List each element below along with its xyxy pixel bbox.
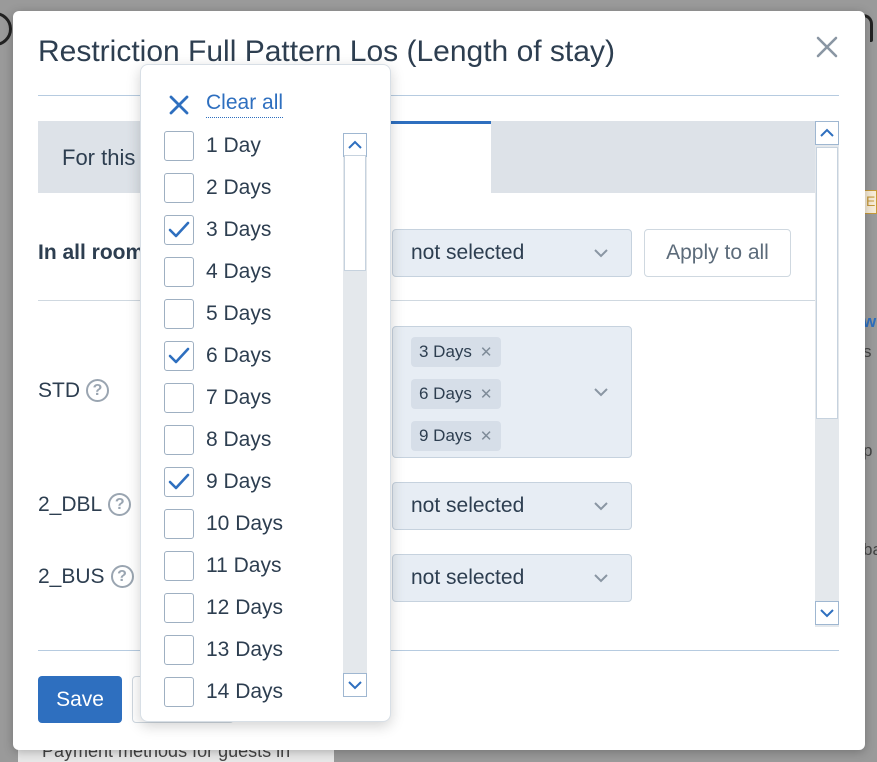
- day-checkbox[interactable]: [164, 131, 194, 161]
- day-checkbox[interactable]: [164, 635, 194, 665]
- close-icon: [816, 36, 838, 58]
- chevron-down-icon: [594, 249, 608, 258]
- 2-dbl-select[interactable]: not selected: [392, 482, 632, 530]
- chevron-down-icon: [594, 388, 608, 397]
- 2-bus-select[interactable]: not selected: [392, 554, 632, 602]
- background-fragment: ba: [863, 540, 877, 559]
- close-icon: [169, 95, 189, 115]
- modal-scrollbar[interactable]: [815, 121, 839, 627]
- room-code: 2_BUS: [38, 565, 105, 588]
- background-fragment: E: [863, 190, 877, 214]
- day-checkbox[interactable]: [164, 467, 194, 497]
- room-code: STD: [38, 379, 80, 402]
- room-code: 2_DBL: [38, 493, 103, 516]
- scrollbar-thumb[interactable]: [816, 147, 838, 419]
- day-option[interactable]: 1 Day: [164, 131, 344, 161]
- scroll-down-button[interactable]: [815, 601, 839, 625]
- day-checkbox[interactable]: [164, 551, 194, 581]
- clear-all-label: Clear all: [206, 91, 284, 118]
- all-rooms-select[interactable]: not selected: [392, 229, 632, 277]
- day-option-label: 6 Days: [206, 344, 272, 367]
- day-checkbox[interactable]: [164, 383, 194, 413]
- day-option-label: 3 Days: [206, 218, 272, 241]
- scroll-down-button[interactable]: [343, 673, 367, 697]
- chevron-down-icon: [594, 574, 608, 583]
- select-value: not selected: [411, 494, 525, 517]
- chevron-up-icon: [348, 140, 362, 149]
- room-row-2-dbl: 2_DBL?: [38, 493, 132, 517]
- room-row-2-bus: 2_BUS?: [38, 565, 134, 589]
- room-row-std: STD?: [38, 379, 109, 403]
- save-button[interactable]: Save: [38, 676, 122, 723]
- day-option-label: 13 Days: [206, 638, 284, 661]
- chevron-up-icon: [820, 128, 834, 137]
- day-option-label: 2 Days: [206, 176, 272, 199]
- all-rooms-label: In all room: [38, 241, 145, 264]
- day-option[interactable]: 13 Days: [164, 635, 344, 665]
- dropdown-scrollbar[interactable]: [343, 133, 367, 697]
- checkmark-icon: [168, 221, 190, 238]
- selected-chip: 3 Days ✕: [411, 337, 501, 367]
- chevron-down-icon: [594, 502, 608, 511]
- help-icon[interactable]: ?: [108, 493, 132, 516]
- close-button[interactable]: [813, 33, 841, 61]
- day-option-label: 10 Days: [206, 512, 284, 535]
- help-icon[interactable]: ?: [86, 379, 109, 402]
- std-multiselect[interactable]: 3 Days ✕ 6 Days ✕ 9 Days ✕: [392, 326, 632, 458]
- day-option-label: 7 Days: [206, 386, 272, 409]
- day-option[interactable]: 4 Days: [164, 257, 344, 287]
- background-icon: [0, 12, 12, 46]
- days-dropdown-panel: Clear all 1 Day 2 Days 3 Days 4 Days 5 Days 6…: [140, 64, 391, 722]
- select-value: not selected: [411, 241, 525, 264]
- day-checkbox[interactable]: [164, 173, 194, 203]
- background-fragment: w: [863, 312, 877, 331]
- day-checkbox[interactable]: [164, 299, 194, 329]
- day-option[interactable]: 12 Days: [164, 593, 344, 623]
- day-option[interactable]: 5 Days: [164, 299, 344, 329]
- day-option[interactable]: 7 Days: [164, 383, 344, 413]
- day-checkbox[interactable]: [164, 425, 194, 455]
- day-checkbox[interactable]: [164, 215, 194, 245]
- day-option[interactable]: 8 Days: [164, 425, 344, 455]
- chevron-down-icon: [820, 609, 834, 618]
- checkmark-icon: [168, 347, 190, 364]
- day-checkbox[interactable]: [164, 593, 194, 623]
- day-option[interactable]: 6 Days: [164, 341, 344, 371]
- chevron-down-icon: [348, 681, 362, 690]
- day-option[interactable]: 11 Days: [164, 551, 344, 581]
- remove-chip-icon[interactable]: ✕: [480, 344, 493, 361]
- selected-chip: 6 Days ✕: [411, 379, 501, 409]
- help-icon[interactable]: ?: [110, 565, 134, 588]
- day-checkbox[interactable]: [164, 509, 194, 539]
- day-option[interactable]: 2 Days: [164, 173, 344, 203]
- day-option-label: 12 Days: [206, 596, 284, 619]
- scrollbar-thumb[interactable]: [344, 155, 366, 271]
- remove-chip-icon[interactable]: ✕: [480, 428, 493, 445]
- scroll-up-button[interactable]: [815, 121, 839, 145]
- day-checkbox[interactable]: [164, 257, 194, 287]
- day-checkbox[interactable]: [164, 341, 194, 371]
- remove-chip-icon[interactable]: ✕: [480, 386, 493, 403]
- day-option-label: 5 Days: [206, 302, 272, 325]
- background-fragment: s: [863, 342, 872, 361]
- day-option[interactable]: 3 Days: [164, 215, 344, 245]
- day-option-label: 11 Days: [206, 554, 282, 577]
- day-option[interactable]: 10 Days: [164, 509, 344, 539]
- background-fragment: p: [863, 441, 873, 460]
- selected-chip: 9 Days ✕: [411, 421, 501, 451]
- scroll-up-button[interactable]: [343, 133, 367, 157]
- day-option-label: 14 Days: [206, 680, 284, 703]
- day-checkbox[interactable]: [164, 677, 194, 707]
- day-option-label: 8 Days: [206, 428, 272, 451]
- day-option[interactable]: 14 Days: [164, 677, 344, 707]
- day-option-label: 9 Days: [206, 470, 272, 493]
- day-option-label: 1 Day: [206, 134, 261, 157]
- day-option[interactable]: 9 Days: [164, 467, 344, 497]
- checkmark-icon: [168, 473, 190, 490]
- select-value: not selected: [411, 566, 525, 589]
- tab-for-this[interactable]: For this: [62, 121, 135, 193]
- day-option-label: 4 Days: [206, 260, 272, 283]
- apply-to-all-button[interactable]: Apply to all: [644, 229, 791, 277]
